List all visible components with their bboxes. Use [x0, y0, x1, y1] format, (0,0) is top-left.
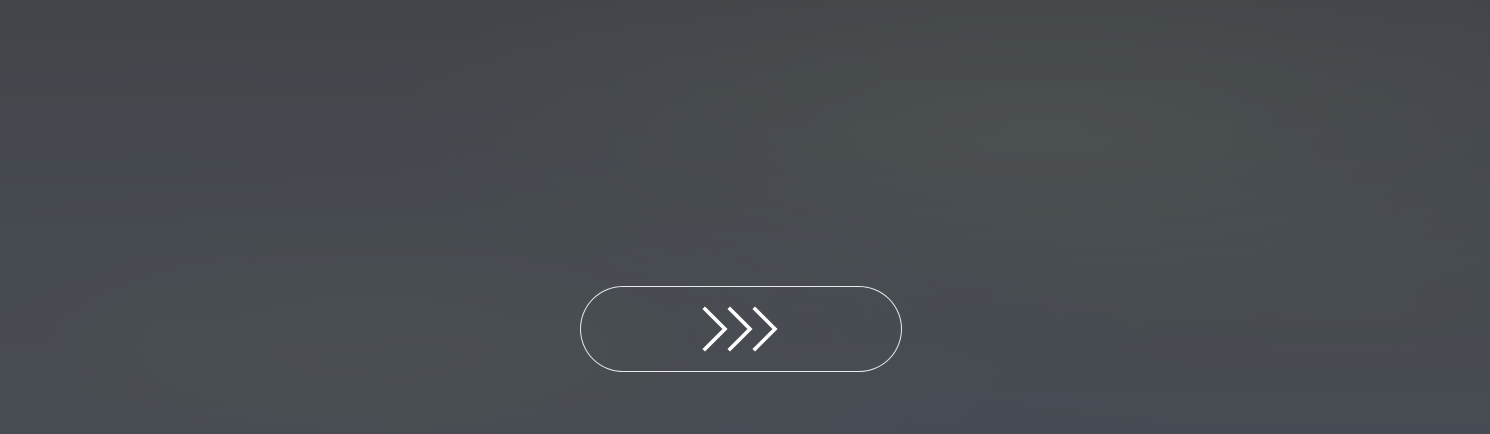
triple-chevron-right-icon — [702, 306, 778, 352]
screen-background — [0, 0, 1490, 434]
next-button[interactable] — [580, 286, 902, 372]
